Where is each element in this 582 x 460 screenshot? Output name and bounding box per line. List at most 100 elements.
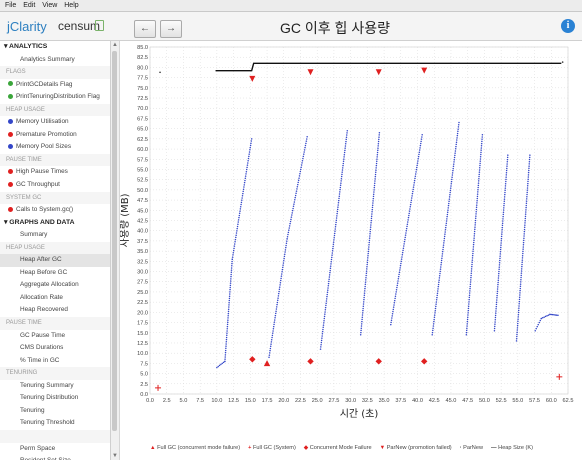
sidebar-item[interactable]: Memory Pool Sizes bbox=[0, 141, 110, 154]
scroll-down-icon[interactable]: ▼ bbox=[111, 452, 119, 460]
parnew-point bbox=[442, 248, 444, 251]
info-icon[interactable]: i bbox=[561, 19, 575, 33]
parnew-point bbox=[292, 205, 295, 208]
parnew-point bbox=[455, 141, 458, 143]
parnew-point bbox=[516, 331, 518, 333]
sidebar-scrollbar[interactable]: ▲ ▼ bbox=[111, 41, 120, 460]
forward-button[interactable]: → bbox=[160, 20, 182, 38]
parnew-point bbox=[287, 231, 290, 234]
scroll-thumb[interactable] bbox=[112, 51, 117, 431]
parnew-point bbox=[431, 334, 433, 336]
parnew-point bbox=[227, 314, 229, 317]
sidebar-item[interactable]: Premature Promotion bbox=[0, 129, 110, 142]
sidebar-item[interactable]: Analytics Summary bbox=[0, 54, 110, 67]
parnew-point bbox=[360, 329, 362, 332]
parnew-point bbox=[519, 289, 521, 292]
parnew-point bbox=[505, 180, 507, 183]
legend-marker-icon: — bbox=[491, 445, 497, 451]
parnew-point bbox=[323, 315, 326, 318]
sidebar-section-header[interactable]: ▾ ANALYTICS bbox=[0, 41, 110, 54]
parnew-point bbox=[437, 283, 440, 286]
parnew-point bbox=[409, 208, 411, 210]
sidebar-item[interactable]: Tenuring Threshold bbox=[0, 417, 110, 430]
sidebar-item[interactable]: Tenuring Distribution bbox=[0, 392, 110, 405]
sidebar-item[interactable]: PrintGCDetails Flag bbox=[0, 79, 110, 92]
sidebar-item[interactable]: Heap After GC bbox=[0, 254, 110, 267]
sidebar-item[interactable]: Aggregate Allocation bbox=[0, 279, 110, 292]
sidebar-item[interactable]: Allocation Rate bbox=[0, 292, 110, 305]
sidebar-item-label: Premature Promotion bbox=[16, 130, 77, 138]
parnew-point bbox=[271, 336, 273, 339]
scroll-up-icon[interactable]: ▲ bbox=[111, 41, 119, 49]
parnew-point bbox=[438, 274, 441, 277]
sidebar-item[interactable]: Summary bbox=[0, 229, 110, 242]
back-button[interactable]: ← bbox=[134, 20, 156, 38]
parnew-point bbox=[360, 323, 363, 325]
parnew-point bbox=[494, 314, 497, 317]
sidebar-item[interactable]: GC Pause Time bbox=[0, 330, 110, 343]
parnew-point bbox=[367, 252, 369, 255]
parnew-point bbox=[441, 255, 443, 257]
parnew-point bbox=[523, 230, 526, 233]
parnew-point bbox=[235, 232, 238, 234]
sidebar-item[interactable]: Tenuring Summary bbox=[0, 380, 110, 393]
parnew-point bbox=[229, 284, 232, 287]
sidebar-item[interactable]: Resident Set Size bbox=[0, 455, 110, 460]
sidebar-section-header[interactable]: ▾ GRAPHS AND DATA bbox=[0, 217, 110, 230]
parnew-point bbox=[303, 149, 306, 151]
parnew-point bbox=[444, 231, 446, 233]
parnew-point bbox=[452, 163, 455, 165]
sidebar-item[interactable]: Memory Utilisation bbox=[0, 116, 110, 129]
parnew-point bbox=[522, 250, 524, 253]
parnew-point bbox=[519, 285, 522, 288]
parnew-point bbox=[528, 169, 530, 172]
parnew-point bbox=[519, 283, 522, 285]
sidebar-item[interactable]: Perm Space bbox=[0, 443, 110, 456]
menu-edit[interactable]: Edit bbox=[23, 2, 35, 9]
parnew-point bbox=[300, 164, 303, 166]
parnew-point bbox=[480, 142, 483, 145]
sidebar-item[interactable]: CMS Durations bbox=[0, 342, 110, 355]
menu-view[interactable]: View bbox=[42, 2, 57, 9]
parnew-point bbox=[438, 281, 440, 284]
parnew-point bbox=[343, 158, 345, 160]
sidebar-item[interactable]: Heap Recovered bbox=[0, 304, 110, 317]
sidebar-item[interactable]: PrintTenuringDistribution Flag bbox=[0, 91, 110, 104]
sidebar-item[interactable]: Tenuring bbox=[0, 405, 110, 418]
sidebar-item[interactable]: GC Throughput bbox=[0, 179, 110, 192]
parnew-point bbox=[371, 204, 374, 206]
parnew-point bbox=[433, 320, 435, 323]
parnew-point bbox=[335, 223, 337, 226]
parnew-point bbox=[498, 261, 501, 264]
parnew-point bbox=[324, 313, 326, 315]
parnew-point bbox=[432, 323, 435, 325]
x-tick-label: 25.0 bbox=[312, 398, 323, 404]
y-tick-label: 35.0 bbox=[137, 249, 148, 255]
parnew-point bbox=[270, 343, 272, 345]
parnew-point bbox=[228, 304, 230, 306]
parnew-point bbox=[404, 234, 407, 236]
parnew-point bbox=[375, 167, 377, 169]
sidebar-item-label: ▾ ANALYTICS bbox=[4, 43, 48, 50]
menu-file[interactable]: File bbox=[5, 2, 16, 9]
parnew-point bbox=[159, 71, 161, 74]
sidebar-item[interactable]: Calls to System.gc() bbox=[0, 204, 110, 217]
parnew-point bbox=[561, 61, 564, 63]
sidebar-item[interactable]: Heap Before GC bbox=[0, 267, 110, 280]
parnew-point bbox=[442, 246, 445, 249]
parnew-point bbox=[372, 200, 374, 202]
parnew-point bbox=[236, 225, 239, 228]
y-tick-label: 30.0 bbox=[137, 270, 148, 276]
y-tick-label: 55.0 bbox=[137, 167, 148, 173]
sidebar-nav: ▾ ANALYTICS Analytics Summary FLAGS PrintGC… bbox=[0, 41, 111, 460]
parnew-point bbox=[415, 168, 418, 171]
parnew-point bbox=[268, 354, 271, 356]
sidebar-item[interactable]: High Pause Times bbox=[0, 166, 110, 179]
parnew-point bbox=[456, 134, 459, 137]
y-tick-label: 62.5 bbox=[137, 137, 148, 143]
menu-help[interactable]: Help bbox=[64, 2, 78, 9]
parnew-point bbox=[502, 213, 505, 216]
parnew-point bbox=[402, 247, 405, 249]
y-tick-label: 15.0 bbox=[137, 331, 148, 337]
sidebar-item[interactable]: % Time in GC bbox=[0, 355, 110, 368]
